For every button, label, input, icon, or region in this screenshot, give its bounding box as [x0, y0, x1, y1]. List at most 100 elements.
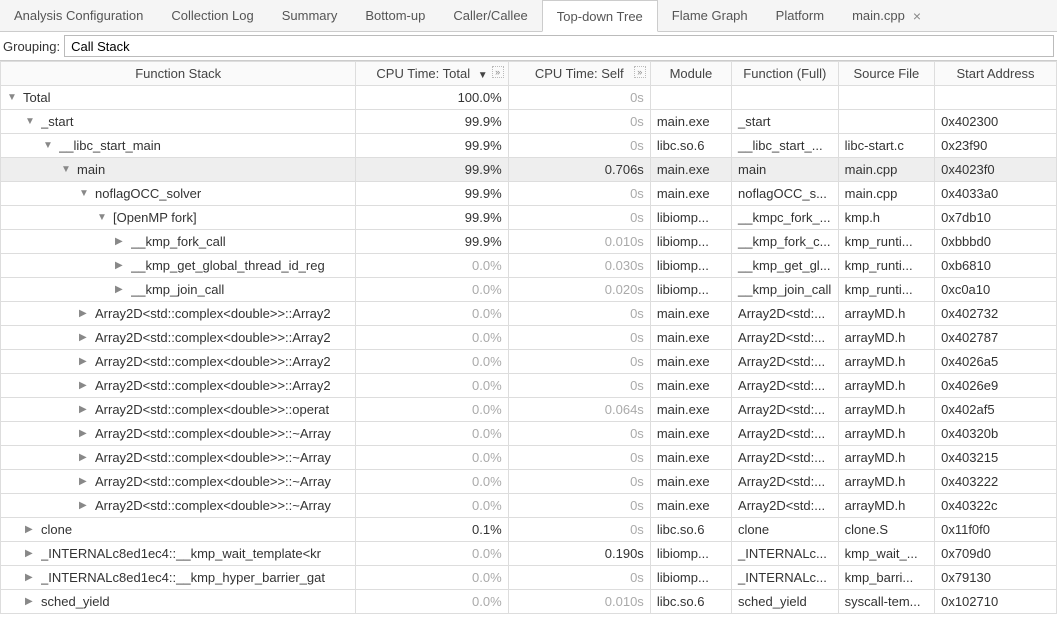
- col-start-address[interactable]: Start Address: [935, 62, 1057, 86]
- start-address-cell: 0x11f0f0: [935, 518, 1057, 542]
- chevron-right-icon[interactable]: ▶: [79, 476, 91, 487]
- table-row[interactable]: ▶Array2D<std::complex<double>>::Array20.…: [1, 302, 1057, 326]
- source-file-cell: kmp_runti...: [838, 278, 934, 302]
- table-row[interactable]: ▶Array2D<std::complex<double>>::operat0.…: [1, 398, 1057, 422]
- table-row[interactable]: ▶__kmp_get_global_thread_id_reg0.0%0.030…: [1, 254, 1057, 278]
- table-row[interactable]: ▶Array2D<std::complex<double>>::Array20.…: [1, 326, 1057, 350]
- chevron-right-icon[interactable]: ▶: [115, 284, 127, 295]
- tab-collection-log[interactable]: Collection Log: [157, 0, 267, 31]
- chevron-right-icon[interactable]: ▶: [79, 308, 91, 319]
- tab-flame-graph[interactable]: Flame Graph: [658, 0, 762, 31]
- close-icon[interactable]: ×: [913, 8, 921, 24]
- table-row[interactable]: ▶Array2D<std::complex<double>>::~Array0.…: [1, 470, 1057, 494]
- table-row[interactable]: ▶Array2D<std::complex<double>>::Array20.…: [1, 350, 1057, 374]
- function-name: Array2D<std::complex<double>>::Array2: [95, 330, 331, 345]
- tab-main-cpp[interactable]: main.cpp×: [838, 0, 935, 31]
- source-file-cell: main.cpp: [838, 182, 934, 206]
- table-row[interactable]: ▼_start99.9%0smain.exe_start0x402300: [1, 110, 1057, 134]
- cpu-self-cell: 0s: [508, 134, 650, 158]
- table-row[interactable]: ▶_INTERNALc8ed1ec4::__kmp_hyper_barrier_…: [1, 566, 1057, 590]
- source-file-cell: kmp_barri...: [838, 566, 934, 590]
- source-file-cell: arrayMD.h: [838, 302, 934, 326]
- table-row[interactable]: ▶Array2D<std::complex<double>>::~Array0.…: [1, 446, 1057, 470]
- table-row[interactable]: ▼[OpenMP fork]99.9%0slibiomp...__kmpc_fo…: [1, 206, 1057, 230]
- pin-icon[interactable]: »: [492, 66, 504, 78]
- module-cell: libiomp...: [650, 254, 731, 278]
- module-cell: libiomp...: [650, 566, 731, 590]
- chevron-right-icon[interactable]: ▶: [79, 500, 91, 511]
- col-cpu-self-label: CPU Time: Self: [535, 66, 624, 81]
- module-cell: main.exe: [650, 398, 731, 422]
- table-row[interactable]: ▶sched_yield0.0%0.010slibc.so.6sched_yie…: [1, 590, 1057, 614]
- function-full-cell: Array2D<std:...: [732, 470, 839, 494]
- chevron-right-icon[interactable]: ▶: [25, 596, 37, 607]
- function-name: Array2D<std::complex<double>>::~Array: [95, 474, 331, 489]
- chevron-right-icon[interactable]: ▶: [115, 236, 127, 247]
- tab-caller-callee[interactable]: Caller/Callee: [439, 0, 541, 31]
- start-address-cell: 0x79130: [935, 566, 1057, 590]
- module-cell: main.exe: [650, 158, 731, 182]
- chevron-down-icon[interactable]: ▼: [97, 212, 109, 223]
- tab-label: Summary: [282, 8, 338, 23]
- table-header-row: Function Stack CPU Time: Total ▼ » CPU T…: [1, 62, 1057, 86]
- table-row[interactable]: ▶Array2D<std::complex<double>>::~Array0.…: [1, 494, 1057, 518]
- start-address-cell: 0x40320b: [935, 422, 1057, 446]
- tab-bottom-up[interactable]: Bottom-up: [351, 0, 439, 31]
- cpu-total-cell: 0.1%: [356, 518, 508, 542]
- function-full-cell: main: [732, 158, 839, 182]
- pin-icon[interactable]: »: [634, 66, 646, 78]
- chevron-down-icon[interactable]: ▼: [7, 92, 19, 103]
- chevron-down-icon[interactable]: ▼: [43, 140, 55, 151]
- start-address-cell: 0x709d0: [935, 542, 1057, 566]
- chevron-down-icon[interactable]: ▼: [61, 164, 73, 175]
- col-cpu-total[interactable]: CPU Time: Total ▼ »: [356, 62, 508, 86]
- table-row[interactable]: ▶Array2D<std::complex<double>>::Array20.…: [1, 374, 1057, 398]
- source-file-cell: arrayMD.h: [838, 398, 934, 422]
- chevron-right-icon[interactable]: ▶: [25, 524, 37, 535]
- chevron-down-icon[interactable]: ▼: [79, 188, 91, 199]
- function-name: [OpenMP fork]: [113, 210, 197, 225]
- function-full-cell: Array2D<std:...: [732, 398, 839, 422]
- table-row[interactable]: ▼Total100.0%0s: [1, 86, 1057, 110]
- chevron-right-icon[interactable]: ▶: [79, 452, 91, 463]
- chevron-right-icon[interactable]: ▶: [79, 428, 91, 439]
- start-address-cell: 0xb6810: [935, 254, 1057, 278]
- table-row[interactable]: ▼noflagOCC_solver99.9%0smain.exenoflagOC…: [1, 182, 1057, 206]
- source-file-cell: syscall-tem...: [838, 590, 934, 614]
- source-file-cell: arrayMD.h: [838, 446, 934, 470]
- chevron-right-icon[interactable]: ▶: [25, 572, 37, 583]
- table-row[interactable]: ▶clone0.1%0slibc.so.6cloneclone.S0x11f0f…: [1, 518, 1057, 542]
- cpu-self-cell: 0.010s: [508, 230, 650, 254]
- tab-top-down-tree[interactable]: Top-down Tree: [542, 0, 658, 32]
- table-row[interactable]: ▶Array2D<std::complex<double>>::~Array0.…: [1, 422, 1057, 446]
- chevron-right-icon[interactable]: ▶: [79, 332, 91, 343]
- tab-platform[interactable]: Platform: [762, 0, 838, 31]
- cpu-self-cell: 0s: [508, 326, 650, 350]
- grouping-input[interactable]: [64, 35, 1054, 57]
- table-row[interactable]: ▼main99.9%0.706smain.exemainmain.cpp0x40…: [1, 158, 1057, 182]
- chevron-right-icon[interactable]: ▶: [79, 380, 91, 391]
- col-module[interactable]: Module: [650, 62, 731, 86]
- function-name: clone: [41, 522, 72, 537]
- chevron-right-icon[interactable]: ▶: [25, 548, 37, 559]
- grouping-row: Grouping:: [0, 32, 1057, 61]
- chevron-right-icon[interactable]: ▶: [79, 404, 91, 415]
- tab-summary[interactable]: Summary: [268, 0, 352, 31]
- chevron-right-icon[interactable]: ▶: [79, 356, 91, 367]
- table-row[interactable]: ▶__kmp_fork_call99.9%0.010slibiomp...__k…: [1, 230, 1057, 254]
- table-row[interactable]: ▶__kmp_join_call0.0%0.020slibiomp...__km…: [1, 278, 1057, 302]
- function-full-cell: _INTERNALc...: [732, 542, 839, 566]
- function-full-cell: noflagOCC_s...: [732, 182, 839, 206]
- col-source-file[interactable]: Source File: [838, 62, 934, 86]
- col-function-full[interactable]: Function (Full): [732, 62, 839, 86]
- function-name: Array2D<std::complex<double>>::~Array: [95, 450, 331, 465]
- chevron-down-icon[interactable]: ▼: [25, 116, 37, 127]
- table-row[interactable]: ▶_INTERNALc8ed1ec4::__kmp_wait_template<…: [1, 542, 1057, 566]
- col-cpu-self[interactable]: CPU Time: Self »: [508, 62, 650, 86]
- table-row[interactable]: ▼__libc_start_main99.9%0slibc.so.6__libc…: [1, 134, 1057, 158]
- cpu-self-cell: 0s: [508, 110, 650, 134]
- col-function-stack[interactable]: Function Stack: [1, 62, 356, 86]
- chevron-right-icon[interactable]: ▶: [115, 260, 127, 271]
- tab-analysis-configuration[interactable]: Analysis Configuration: [0, 0, 157, 31]
- function-name: Total: [23, 90, 50, 105]
